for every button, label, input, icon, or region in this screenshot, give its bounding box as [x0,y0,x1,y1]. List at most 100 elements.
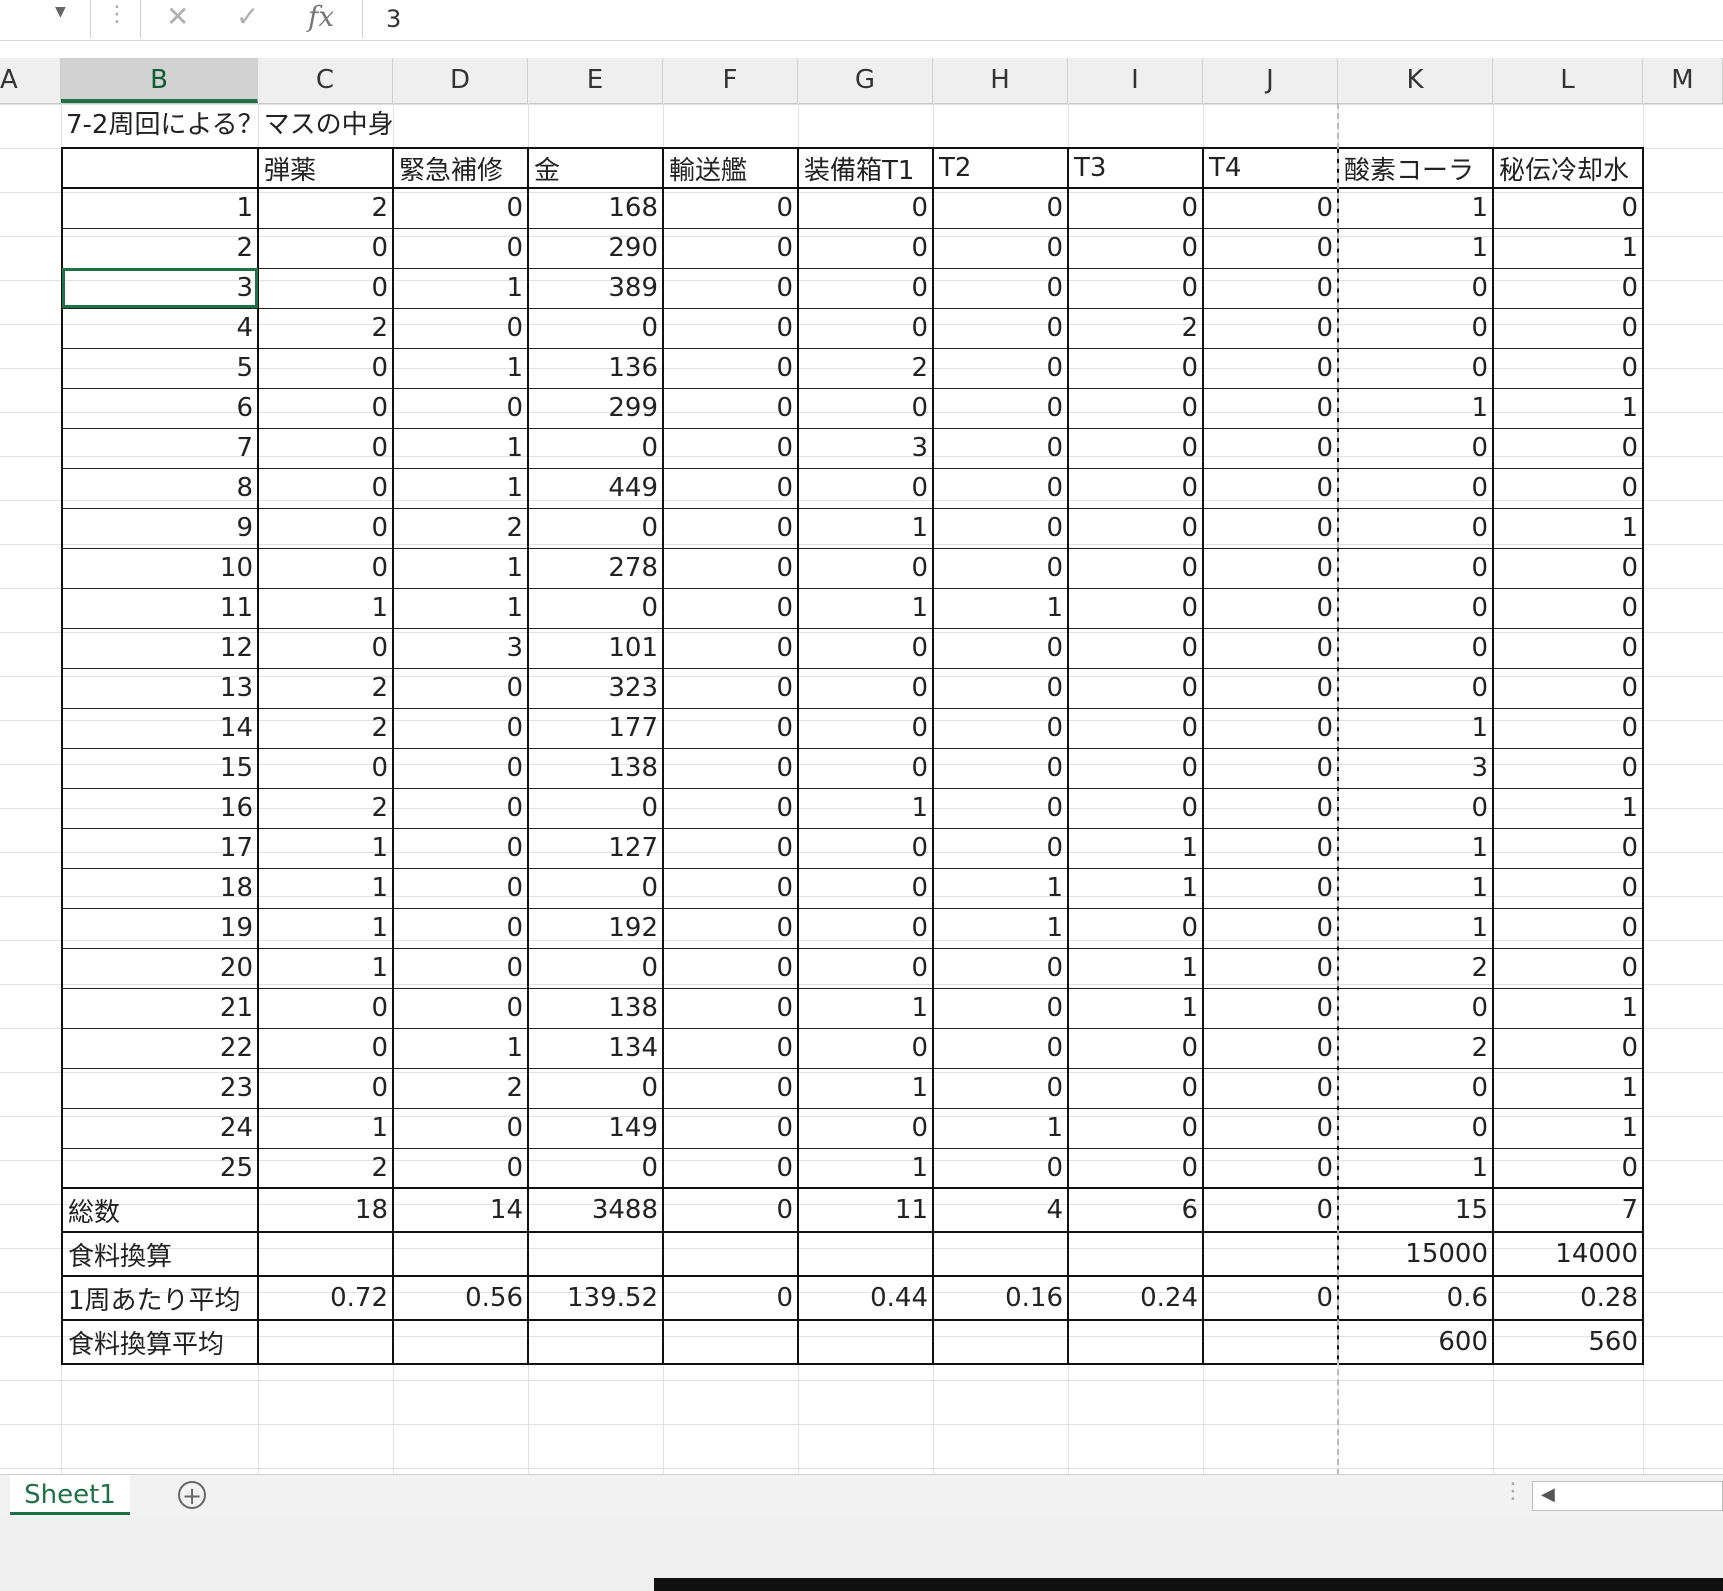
cell[interactable]: 0 [797,227,934,269]
cell[interactable]: 1 [1337,387,1494,429]
cell[interactable]: 0 [932,307,1069,349]
cell[interactable]: 0 [1202,947,1339,989]
cell[interactable]: 0 [1202,1027,1339,1069]
cell[interactable]: 10 [61,547,259,589]
cell[interactable] [1067,1231,1204,1277]
cell[interactable]: 0.44 [797,1275,934,1321]
cell[interactable]: 0 [257,467,394,509]
cell[interactable]: 0 [1202,267,1339,309]
cell[interactable]: 0 [662,587,799,629]
cell[interactable]: 0 [1202,547,1339,589]
cell[interactable]: 0 [1067,747,1204,789]
cell[interactable]: 14 [392,1187,529,1233]
cell[interactable]: 0 [392,867,529,909]
cell[interactable]: 0 [1337,787,1494,829]
cell[interactable]: 0 [662,1147,799,1189]
cell[interactable]: 1 [1492,987,1644,1029]
cell[interactable]: 2 [257,667,394,709]
scroll-left-icon[interactable]: ◀ [1541,1484,1555,1505]
cell[interactable]: 0 [1492,267,1644,309]
cell[interactable]: 1 [797,587,934,629]
cell[interactable]: 0 [392,827,529,869]
cell[interactable]: 0 [1337,1067,1494,1109]
cell[interactable]: 0 [1202,707,1339,749]
cell[interactable]: 0 [527,1147,664,1189]
cell[interactable]: 0.6 [1337,1275,1494,1321]
cell[interactable]: 134 [527,1027,664,1069]
cell[interactable]: 1 [932,587,1069,629]
cell[interactable]: 0 [797,1027,934,1069]
cell[interactable]: 0 [257,387,394,429]
cell[interactable]: 0 [1067,1147,1204,1189]
cell[interactable]: 0 [527,587,664,629]
cell[interactable]: 0.28 [1492,1275,1644,1321]
cell[interactable]: 0 [1202,427,1339,469]
cell[interactable]: 1 [1067,827,1204,869]
cell[interactable]: 0 [392,307,529,349]
cell[interactable]: 127 [527,827,664,869]
cell[interactable]: 3 [392,627,529,669]
cell[interactable]: 0 [932,1067,1069,1109]
cell[interactable]: 19 [61,907,259,949]
cell[interactable]: 0 [257,227,394,269]
cell[interactable]: 0 [392,707,529,749]
cell[interactable]: 0.24 [1067,1275,1204,1321]
cell[interactable]: 2 [257,307,394,349]
cell[interactable]: 2 [257,187,394,229]
cell[interactable]: 278 [527,547,664,589]
cell[interactable]: 0 [1337,427,1494,469]
cell[interactable]: 449 [527,467,664,509]
cell[interactable]: 0 [1067,1067,1204,1109]
cell[interactable]: 9 [61,507,259,549]
cell[interactable]: 12 [61,627,259,669]
cell[interactable]: 0 [662,427,799,469]
cell[interactable]: 2 [797,347,934,389]
cell[interactable]: 0.16 [932,1275,1069,1321]
cell[interactable]: 1 [932,907,1069,949]
cell[interactable]: 0 [1492,187,1644,229]
cell[interactable]: 1 [797,507,934,549]
cell[interactable]: 0.72 [257,1275,394,1321]
cell[interactable] [392,1319,529,1365]
cell[interactable]: 0 [1337,987,1494,1029]
cell[interactable]: 136 [527,347,664,389]
cell[interactable]: 1 [392,1027,529,1069]
column-header-c[interactable]: C [258,58,393,103]
cell[interactable]: 0 [257,1027,394,1069]
cell[interactable]: 0 [392,1147,529,1189]
cell[interactable]: 1 [1337,187,1494,229]
cell[interactable]: 0 [1067,1107,1204,1149]
cell[interactable]: 0 [932,827,1069,869]
cell[interactable]: 0 [392,187,529,229]
cell[interactable]: 0 [662,987,799,1029]
cell[interactable]: 0 [1492,587,1644,629]
cell[interactable]: 0 [797,387,934,429]
cell[interactable]: 0 [1337,587,1494,629]
cell[interactable]: 0 [1492,307,1644,349]
cell[interactable]: 0 [932,387,1069,429]
cell[interactable]: 17 [61,827,259,869]
cell[interactable]: 酸素コーラ [1337,147,1494,189]
cell[interactable]: 0 [662,627,799,669]
cell[interactable]: 0 [932,507,1069,549]
cell[interactable]: 2 [1337,947,1494,989]
cell[interactable]: 0 [797,187,934,229]
cell[interactable]: 0 [662,867,799,909]
cell[interactable]: 0 [932,627,1069,669]
cell[interactable]: 0 [1202,387,1339,429]
cell[interactable]: 0 [797,627,934,669]
cell[interactable]: 0 [1202,987,1339,1029]
cancel-icon[interactable]: ✕ [166,0,189,33]
cell[interactable]: 0 [1202,307,1339,349]
cell[interactable]: 0 [932,347,1069,389]
cell[interactable]: 299 [527,387,664,429]
cell[interactable]: 1 [797,1147,934,1189]
cell[interactable]: 2 [392,507,529,549]
cell[interactable]: T2 [932,147,1069,189]
cell[interactable]: 0 [1067,227,1204,269]
cell[interactable]: 1 [257,947,394,989]
cell[interactable]: 0 [662,827,799,869]
cell[interactable]: 139.52 [527,1275,664,1321]
cell[interactable]: 1 [1337,707,1494,749]
cell[interactable] [662,1231,799,1277]
